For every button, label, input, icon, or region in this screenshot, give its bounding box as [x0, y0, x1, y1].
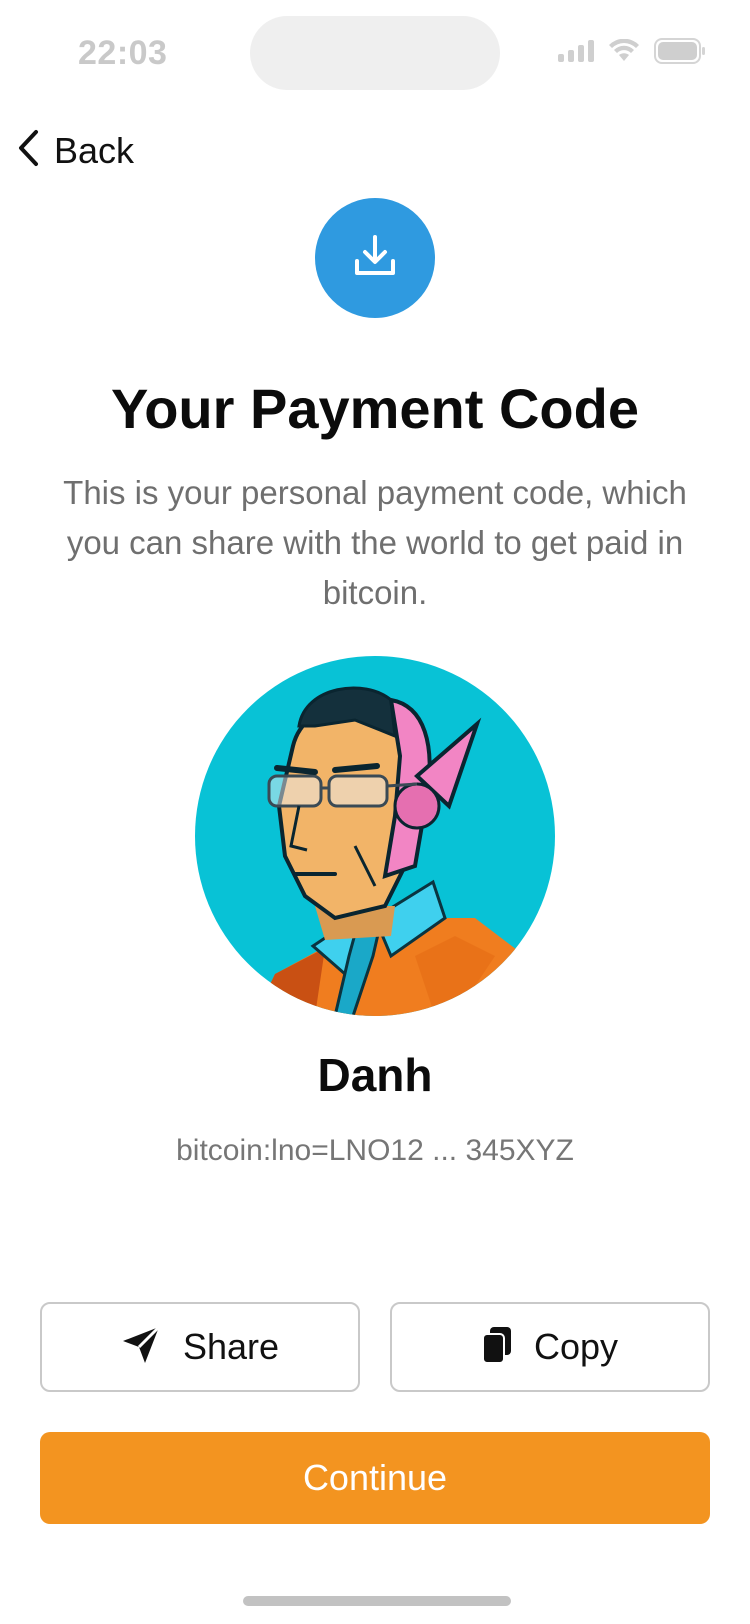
status-icons [558, 38, 706, 64]
page-title: Your Payment Code [111, 377, 639, 440]
copy-label: Copy [533, 1326, 619, 1367]
avatar [195, 656, 555, 1016]
share-label: Share [182, 1326, 280, 1367]
back-label: Back [54, 129, 135, 171]
download-icon-circle [315, 198, 435, 318]
continue-button[interactable]: Continue [40, 1432, 710, 1524]
wifi-icon [608, 39, 640, 63]
dynamic-island [250, 16, 500, 90]
page-description: This is your personal payment code, whic… [63, 474, 687, 611]
payment-code[interactable]: bitcoin:lno=LNO12 ... 345XYZ [0, 1134, 750, 1168]
battery-icon [654, 38, 706, 64]
status-bar: 22:03 [0, 0, 750, 110]
send-icon [121, 1325, 161, 1370]
continue-label: Continue [302, 1457, 448, 1498]
home-indicator[interactable] [243, 1596, 511, 1606]
chevron-left-icon [16, 128, 42, 173]
back-button[interactable]: Back [16, 128, 134, 173]
signal-icon [558, 40, 594, 62]
copy-icon [481, 1326, 512, 1369]
user-name: Danh [317, 1049, 433, 1101]
status-time: 22:03 [78, 34, 168, 72]
copy-button[interactable]: Copy [390, 1302, 710, 1392]
download-icon [351, 233, 399, 284]
share-button[interactable]: Share [40, 1302, 360, 1392]
